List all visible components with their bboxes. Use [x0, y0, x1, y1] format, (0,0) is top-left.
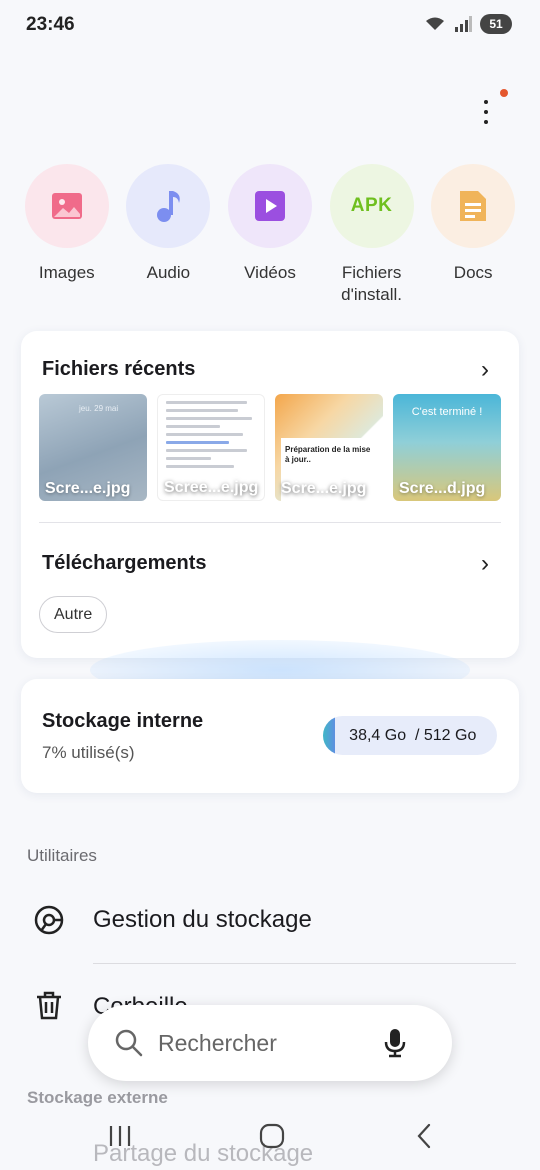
- microphone-icon[interactable]: [384, 1028, 406, 1058]
- category-apk-label-line2: d'install.: [341, 285, 403, 304]
- wifi-icon: [426, 17, 444, 30]
- notification-dot: [500, 89, 508, 97]
- more-options-icon: [484, 100, 488, 104]
- search-input[interactable]: Rechercher: [158, 1030, 384, 1057]
- thumb-overlay-text: jeu. 29 mai: [79, 404, 119, 413]
- home-button[interactable]: [252, 1118, 292, 1154]
- category-images-label: Images: [38, 263, 95, 282]
- recent-apps-button[interactable]: [100, 1118, 140, 1154]
- recent-thumb[interactable]: jeu. 29 mai Scre...e.jpg: [39, 394, 147, 501]
- recent-files-chevron-icon[interactable]: ›: [481, 356, 489, 384]
- internal-storage-title: Stockage interne: [42, 710, 204, 732]
- more-options-button[interactable]: [470, 92, 502, 132]
- home-icon: [259, 1123, 285, 1149]
- more-dot: [484, 110, 488, 114]
- category-row: Images Audio Vidéos APK Fichiers d'insta…: [16, 164, 524, 306]
- music-note-icon: [157, 191, 181, 222]
- recent-files-title: Fichiers récents: [42, 358, 196, 380]
- category-docs-label: Docs: [453, 263, 493, 282]
- category-docs-circle: [431, 164, 516, 248]
- utilities-title: Utilitaires: [27, 846, 97, 865]
- category-audio-label: Audio: [146, 263, 191, 282]
- utility-divider: [93, 963, 516, 964]
- category-videos-circle: [227, 164, 312, 248]
- category-apk-label-line1: Fichiers: [341, 263, 402, 282]
- internal-storage-usage-percent: 7% utilisé(s): [42, 743, 135, 762]
- status-time: 23:46: [26, 14, 75, 35]
- thumb-doc-lines: [166, 401, 256, 473]
- thumb-name: Scre...d.jpg: [399, 480, 486, 497]
- search-icon: [115, 1029, 143, 1057]
- back-button[interactable]: [404, 1118, 444, 1154]
- category-apk-label: Fichiers d'install.: [341, 262, 402, 306]
- storage-usage-fill: [323, 716, 336, 755]
- thumb-overlay-text: Préparation de la mise à jour..: [285, 445, 371, 464]
- category-audio[interactable]: Audio: [118, 164, 220, 306]
- utility-item-storage-management[interactable]: Gestion du stockage: [0, 890, 540, 954]
- more-dot: [484, 120, 488, 124]
- thumb-name: Scre...e.jpg: [281, 480, 367, 497]
- thumb-name: Scree...e.jpg: [164, 479, 259, 496]
- search-bar[interactable]: Rechercher: [88, 1005, 452, 1081]
- system-navigation-bar: [0, 1110, 540, 1170]
- storage-usage-pill: 38,4 Go / 512 Go: [323, 716, 497, 755]
- recent-apps-icon: [109, 1126, 131, 1146]
- category-apk-circle: APK: [329, 164, 414, 248]
- category-apk[interactable]: APK Fichiers d'install.: [321, 164, 423, 306]
- back-icon: [417, 1123, 431, 1149]
- storage-usage-text: 38,4 Go / 512 Go: [349, 726, 477, 744]
- storage-chart-icon: [34, 905, 64, 935]
- trash-icon: [37, 991, 61, 1020]
- status-icons: 51: [424, 14, 512, 34]
- thumb-overlay-text: C'est terminé !: [411, 406, 483, 418]
- signal-icon: [455, 16, 472, 32]
- downloads-chevron-icon[interactable]: ›: [481, 550, 489, 578]
- internal-storage-card[interactable]: Stockage interne 7% utilisé(s) 38,4 Go /…: [21, 679, 519, 793]
- video-icon: [254, 191, 285, 221]
- recent-thumb[interactable]: Scree...e.jpg: [157, 394, 265, 501]
- card-divider: [39, 522, 501, 523]
- utility-item-label: Gestion du stockage: [93, 906, 312, 933]
- category-videos[interactable]: Vidéos: [219, 164, 321, 306]
- category-audio-circle: [126, 164, 211, 248]
- external-storage-title: Stockage externe: [27, 1088, 168, 1107]
- recent-thumb[interactable]: Préparation de la mise à jour.. Scre...e…: [275, 394, 383, 501]
- category-videos-label: Vidéos: [244, 263, 296, 282]
- category-images-circle: [24, 164, 109, 248]
- document-icon: [460, 191, 487, 221]
- image-icon: [51, 193, 82, 219]
- downloads-title: Téléchargements: [42, 552, 207, 574]
- recent-thumb[interactable]: C'est terminé ! Scre...d.jpg: [393, 394, 501, 501]
- apk-icon: APK: [350, 195, 393, 216]
- battery-icon: 51: [480, 14, 512, 34]
- downloads-chip-other[interactable]: Autre: [39, 596, 108, 633]
- recent-thumbs: jeu. 29 mai Scre...e.jpg Scree...e.jpg P…: [39, 394, 501, 501]
- recent-files-card: Fichiers récents › jeu. 29 mai Scre...e.…: [21, 331, 519, 658]
- category-images[interactable]: Images: [16, 164, 118, 306]
- thumb-name: Scre...e.jpg: [45, 480, 131, 497]
- category-docs[interactable]: Docs: [422, 164, 524, 306]
